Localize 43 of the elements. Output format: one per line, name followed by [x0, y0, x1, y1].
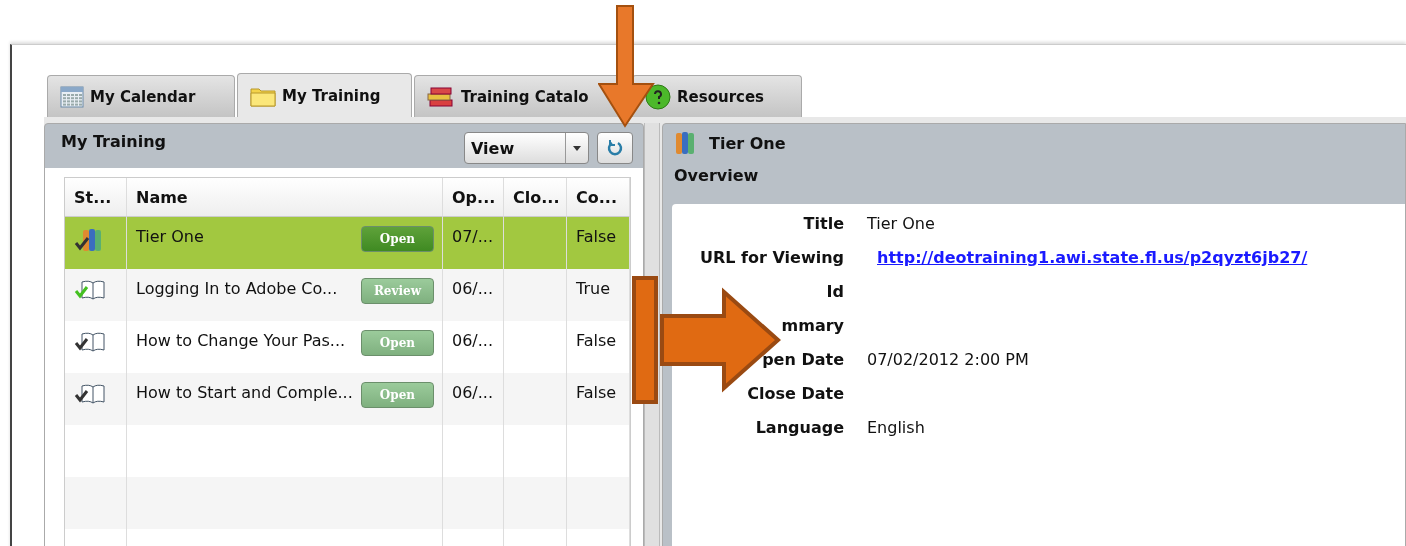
- view-dropdown[interactable]: View: [464, 132, 589, 164]
- field-label: pen Date: [762, 349, 844, 371]
- table-cell: False: [567, 217, 630, 269]
- help-icon: [645, 83, 671, 110]
- section-title: Overview: [673, 165, 760, 187]
- caret-icon: [573, 145, 581, 151]
- table-cell: [504, 269, 567, 321]
- column-header[interactable]: Clo...: [504, 178, 567, 217]
- field-value: English: [866, 417, 925, 439]
- table-cell: True: [567, 269, 630, 321]
- training-name[interactable]: Tier One: [136, 227, 204, 246]
- column-header[interactable]: Op...: [443, 178, 504, 217]
- field-label: Title: [803, 213, 844, 235]
- field-label: Id: [826, 281, 844, 303]
- field-label: mmary: [781, 315, 844, 337]
- table-cell: [504, 373, 567, 425]
- action-button[interactable]: Open: [360, 226, 434, 252]
- tab[interactable]: My Training: [237, 73, 412, 117]
- training-name[interactable]: How to Start and Comple...: [136, 383, 353, 402]
- field-label: URL for Viewing: [699, 247, 844, 269]
- column-header[interactable]: St...: [65, 178, 127, 217]
- url-link[interactable]: http://deotraining1.awi.state.fl.us/p2qyzt6jb27/: [877, 247, 1308, 269]
- panel-title: My Training: [61, 132, 166, 151]
- detail-title: Tier One: [709, 133, 786, 153]
- training-name[interactable]: How to Change Your Pas...: [136, 331, 346, 350]
- table-cell: 06/...: [443, 269, 504, 321]
- column-header[interactable]: Co...: [567, 178, 630, 217]
- table-cell: 06/...: [443, 373, 504, 425]
- refresh-button[interactable]: [597, 132, 633, 164]
- tab[interactable]: Resources: [632, 75, 802, 117]
- refresh-icon: [606, 139, 624, 157]
- field-label: Close Date: [747, 383, 844, 405]
- table-cell: 07/...: [443, 217, 504, 269]
- books-icon: [427, 84, 455, 109]
- field-label: Language: [755, 417, 844, 439]
- field-value: Tier One: [866, 213, 935, 235]
- field-value: 07/02/2012 2:00 PM: [866, 349, 1029, 371]
- table-cell: [504, 217, 567, 269]
- column-header[interactable]: Name: [127, 178, 443, 217]
- table-cell: False: [567, 373, 630, 425]
- tab[interactable]: My Calendar: [47, 75, 235, 117]
- training-name[interactable]: Logging In to Adobe Co...: [136, 279, 338, 298]
- calendar-icon: [60, 85, 84, 108]
